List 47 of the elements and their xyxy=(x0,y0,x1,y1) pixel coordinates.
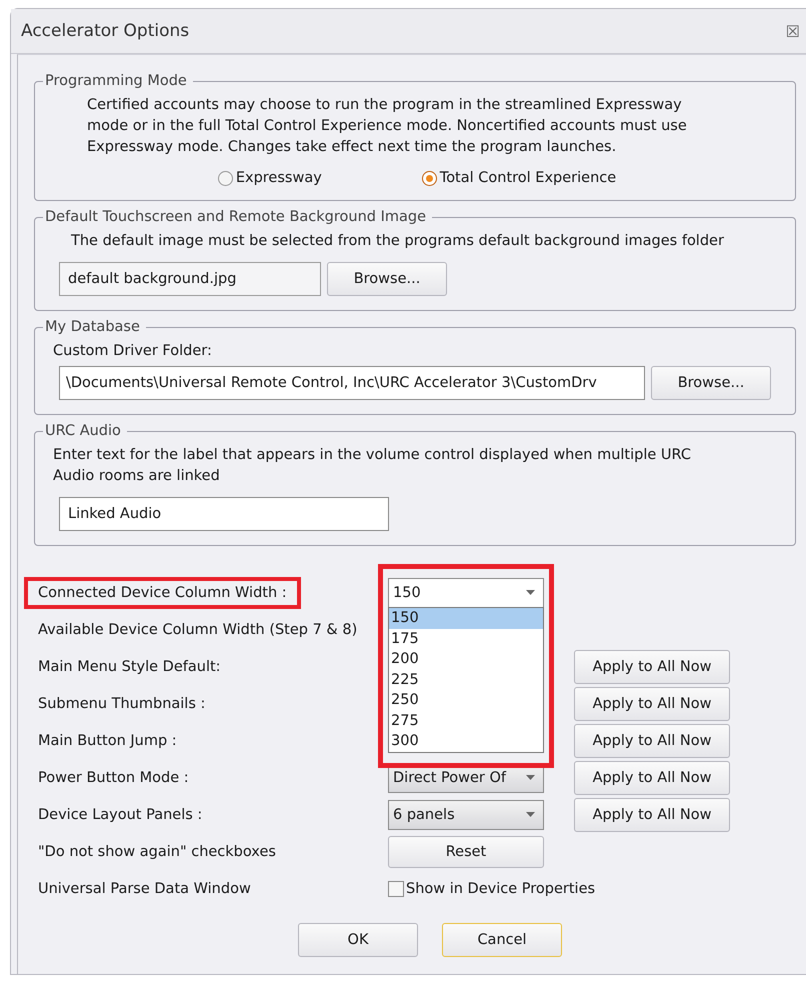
group-title: URC Audio xyxy=(44,423,122,439)
browse-button[interactable]: Browse... xyxy=(651,366,771,400)
description-text: Certified accounts may choose to run the program in the streamlined Expressway mode or in the full Total Control Experience mode. Noncertified accounts must use Expressway mode. Changes take effect next time the program launches. xyxy=(86,96,688,157)
setting-label: Main Menu Style Default: xyxy=(37,658,222,676)
caret-icon xyxy=(526,775,535,780)
radio-option[interactable]: Total Control Experience xyxy=(422,170,616,186)
description-text: The default image must be selected from the programs default background images folder xyxy=(70,232,725,251)
group-title: My Database xyxy=(44,319,141,335)
field-label: Custom Driver Folder: xyxy=(52,342,213,361)
description-text: Enter text for the label that appears in the volume control displayed when multiple URC Audio rooms are linked xyxy=(52,446,692,486)
apply-button[interactable]: Apply to All Now xyxy=(574,686,730,720)
dropdown-option[interactable]: 250 xyxy=(389,690,543,710)
reset-button[interactable]: Reset xyxy=(388,836,544,868)
dialog-button[interactable]: Cancel xyxy=(442,923,562,957)
group-title: Default Touchscreen and Remote Background Image xyxy=(44,209,427,225)
apply-button[interactable]: Apply to All Now xyxy=(574,798,730,832)
label-field[interactable]: Linked Audio xyxy=(59,497,389,531)
setting-label: Power Button Mode : xyxy=(37,768,190,788)
apply-button[interactable]: Apply to All Now xyxy=(574,650,730,684)
dropdown-option[interactable]: 200 xyxy=(389,649,543,670)
dropdown-option[interactable]: 300 xyxy=(389,731,543,752)
checkbox[interactable]: Show in Device Properties xyxy=(388,880,596,896)
window-title: Accelerator Options xyxy=(21,21,190,41)
close-button[interactable]: ☒ xyxy=(786,22,800,40)
dropdown-option[interactable]: 150 xyxy=(389,608,543,628)
browse-button[interactable]: Browse... xyxy=(327,262,447,296)
setting-label: Available Device Column Width (Step 7 & 8) xyxy=(37,620,358,640)
apply-button[interactable]: Apply to All Now xyxy=(574,724,730,758)
file-field[interactable]: default background.jpg xyxy=(59,262,321,296)
dropdown-option[interactable]: 175 xyxy=(389,628,543,649)
dropdown[interactable]: 150 xyxy=(388,578,544,608)
radio-option[interactable]: Expressway xyxy=(218,170,322,186)
setting-label: Device Layout Panels : xyxy=(37,806,204,824)
setting-label: Connected Device Column Width : xyxy=(24,576,301,608)
setting-label: "Do not show again" checkboxes xyxy=(37,842,277,862)
setting-label: Main Button Jump : xyxy=(37,732,178,750)
group-title: Programming Mode xyxy=(44,73,188,89)
dropdown[interactable]: 6 panels xyxy=(388,800,544,830)
setting-label: Universal Parse Data Window xyxy=(37,880,252,898)
caret-icon xyxy=(526,590,535,595)
folder-field[interactable]: \Documents\Universal Remote Control, Inc\URC Accelerator 3\CustomDrv xyxy=(59,366,645,400)
setting-label: Submenu Thumbnails : xyxy=(37,694,206,714)
dropdown-option[interactable]: 225 xyxy=(389,670,543,690)
apply-button[interactable]: Apply to All Now xyxy=(574,760,730,794)
caret-icon xyxy=(526,812,535,817)
dialog-button[interactable]: OK xyxy=(298,923,418,957)
dropdown-option[interactable]: 275 xyxy=(389,710,543,731)
